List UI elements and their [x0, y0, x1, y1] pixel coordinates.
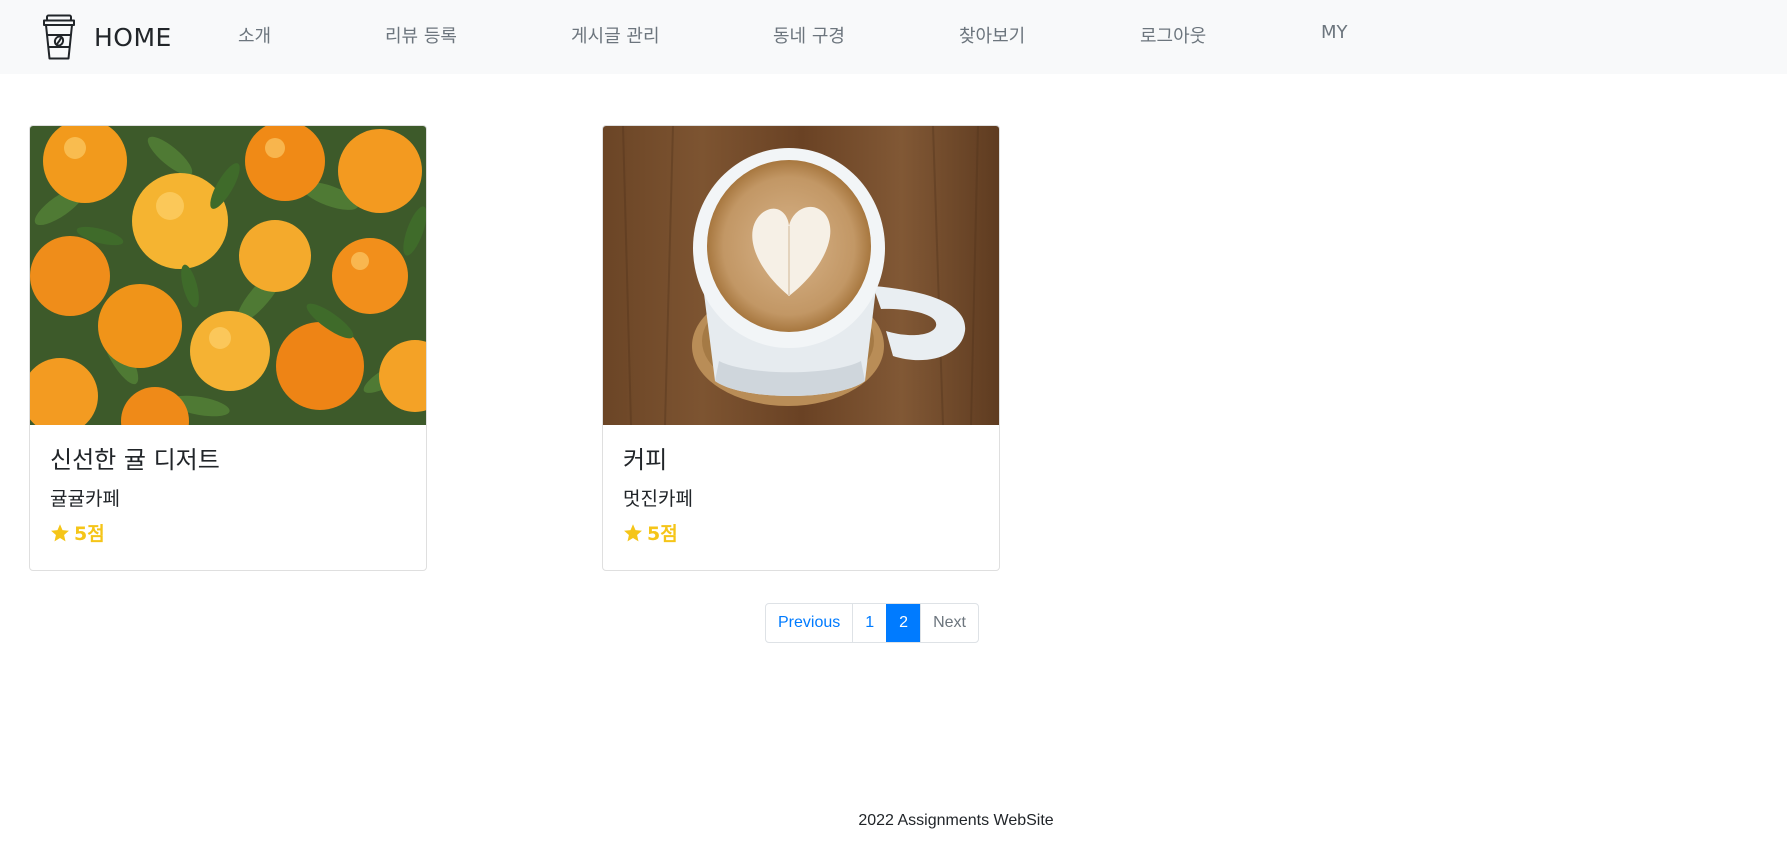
card-cafe-name: 멋진카페	[623, 488, 693, 510]
pagination: Previous 1 2 Next	[765, 603, 979, 643]
nav-item-review-register[interactable]: 리뷰 등록	[385, 22, 457, 48]
nav-item-search[interactable]: 찾아보기	[959, 22, 1025, 48]
brand-title: HOME	[94, 22, 172, 52]
nav-item-my[interactable]: MY	[1321, 22, 1348, 43]
coffee-cup-icon	[43, 14, 75, 60]
card-title: 커피	[623, 446, 668, 474]
nav-item-neighborhood[interactable]: 동네 구경	[773, 22, 845, 48]
nav-item-logout[interactable]: 로그아웃	[1140, 22, 1206, 48]
latte-photo	[603, 126, 999, 425]
card-cafe-name: 귤귤카페	[50, 488, 120, 510]
card-title: 신선한 귤 디저트	[50, 446, 220, 474]
card-rating: 5점	[623, 519, 678, 546]
pagination-page-1[interactable]: 1	[852, 604, 886, 642]
pagination-page-2[interactable]: 2	[886, 604, 921, 642]
star-icon	[51, 523, 69, 541]
navbar: HOME 소개 리뷰 등록 게시글 관리 동네 구경 찾아보기 로그아웃 MY	[0, 0, 1787, 74]
star-icon	[624, 523, 642, 541]
nav-item-post-manage[interactable]: 게시글 관리	[571, 22, 660, 48]
brand-home-link[interactable]: HOME	[42, 14, 172, 60]
pagination-next[interactable]: Next	[920, 604, 978, 642]
footer-text: 2022 Assignments WebSite	[858, 812, 1054, 829]
review-card[interactable]: 신선한 귤 디저트 귤귤카페 5점	[29, 125, 427, 571]
card-rating-value: 5점	[647, 523, 678, 545]
nav-item-intro[interactable]: 소개	[238, 22, 271, 48]
card-rating-value: 5점	[74, 523, 105, 545]
pagination-previous[interactable]: Previous	[766, 604, 852, 642]
review-card[interactable]: 커피 멋진카페 5점	[602, 125, 1000, 571]
oranges-photo	[30, 126, 426, 425]
card-rating: 5점	[50, 519, 105, 546]
